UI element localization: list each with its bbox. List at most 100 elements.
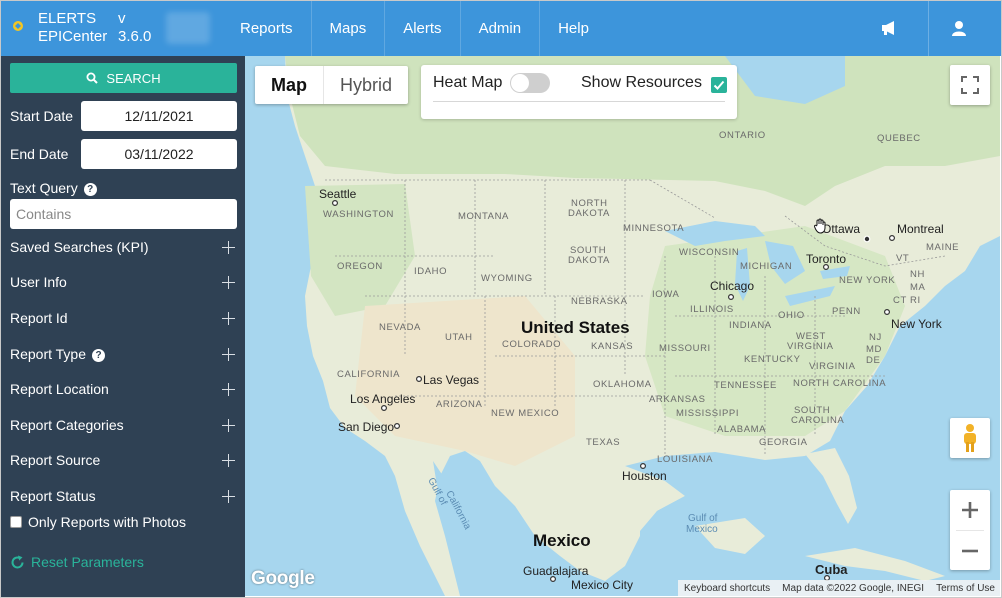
nav-alerts[interactable]: Alerts (385, 0, 461, 56)
plus-icon (222, 453, 235, 467)
end-date-label: End Date (10, 146, 69, 162)
section-saved-searches[interactable]: Saved Searches (KPI) (10, 235, 235, 259)
zoom-in-button[interactable] (950, 490, 990, 530)
section-label: Report Location (10, 381, 109, 397)
section-report-type[interactable]: Report Type? (10, 342, 235, 366)
app-version: v 3.6.0 (118, 10, 151, 46)
section-label: Report Type (10, 346, 87, 362)
check-icon (713, 80, 725, 90)
top-divider (928, 0, 929, 56)
start-date-input[interactable]: 12/11/2021 (81, 101, 237, 131)
help-icon[interactable]: ? (83, 183, 97, 196)
street-view-pegman[interactable] (950, 418, 990, 458)
city-dot (728, 294, 735, 301)
city-dot (883, 309, 890, 316)
country-label-us: United States (521, 318, 630, 337)
country-label-cuba: Cuba (815, 562, 848, 577)
top-bar: ELERTS EPICenter v 3.6.0 Reports Maps Al… (0, 0, 1002, 56)
map-type-hybrid-button[interactable]: Hybrid (324, 66, 408, 104)
megaphone-icon[interactable] (878, 17, 900, 39)
redacted-account-name (166, 12, 210, 44)
fullscreen-icon (961, 76, 979, 94)
reset-parameters-link[interactable]: Reset Parameters (10, 554, 144, 570)
zoom-out-button[interactable] (950, 531, 990, 570)
reset-label: Reset Parameters (31, 554, 144, 570)
app-title-line2: EPICenter (38, 28, 108, 45)
terms-link[interactable]: Terms of Use (936, 583, 995, 594)
section-report-location[interactable]: Report Location (10, 377, 235, 401)
city-dot (640, 463, 647, 470)
hand-cursor-icon (814, 218, 826, 234)
search-sidebar: SEARCH Start Date 12/11/2021 End Date 03… (0, 56, 245, 598)
version-line1: v (118, 10, 126, 27)
nav-admin[interactable]: Admin (461, 0, 541, 56)
city-dot (331, 200, 338, 207)
only-photos-checkbox[interactable] (10, 516, 22, 528)
refresh-icon (11, 555, 24, 568)
section-report-id[interactable]: Report Id (10, 306, 235, 330)
map-data-text: Map data ©2022 Google, INEGI (782, 582, 925, 594)
section-report-categories[interactable]: Report Categories (10, 413, 235, 437)
search-button-label: SEARCH (106, 70, 161, 86)
end-date-input[interactable]: 03/11/2022 (81, 139, 237, 169)
section-label: Report Id (10, 310, 68, 326)
map-type-map-button[interactable]: Map (255, 66, 324, 104)
show-resources-checkbox[interactable] (711, 77, 727, 93)
section-label: Saved Searches (KPI) (10, 239, 149, 255)
plus-icon (222, 489, 235, 503)
start-date-label: Start Date (10, 108, 74, 124)
section-label: Report Source (10, 452, 101, 468)
city-dot (416, 376, 423, 383)
keyboard-shortcuts-link[interactable]: Keyboard shortcuts (684, 583, 770, 594)
text-query-label-row: Text Query? (10, 180, 97, 196)
only-photos-label: Only Reports with Photos (28, 514, 186, 530)
layer-options-panel: Heat Map Show Resources (421, 65, 737, 119)
app-title: ELERTS EPICenter (38, 10, 107, 46)
country-label-mexico: Mexico (533, 531, 591, 550)
nav-maps[interactable]: Maps (312, 0, 386, 56)
pegman-icon (964, 424, 976, 452)
show-resources-label: Show Resources (581, 74, 702, 91)
zoom-control (950, 490, 990, 570)
search-button[interactable]: SEARCH (10, 63, 237, 93)
plus-icon (962, 502, 978, 518)
fullscreen-button[interactable] (950, 65, 990, 105)
heat-map-label: Heat Map (433, 74, 503, 91)
section-report-status[interactable]: Report Status (10, 484, 235, 508)
city-dot (888, 235, 895, 242)
nav-help[interactable]: Help (540, 0, 607, 56)
city-dot (550, 575, 557, 582)
section-label: Report Status (10, 488, 96, 504)
google-logo: Google (251, 568, 315, 589)
main-nav: Reports Maps Alerts Admin Help (222, 0, 607, 56)
heat-map-toggle[interactable] (510, 73, 550, 93)
panel-divider (433, 101, 725, 102)
map-attribution: Keyboard shortcuts Map data ©2022 Google… (678, 580, 1000, 596)
help-icon[interactable]: ? (92, 349, 106, 362)
city-dot (863, 235, 871, 243)
plus-icon (222, 311, 235, 325)
map-canvas[interactable]: ONTARIO QUEBEC WASHINGTON MONTANA NORTH … (245, 56, 1000, 596)
nav-reports[interactable]: Reports (222, 0, 312, 56)
text-query-input[interactable]: Contains (10, 199, 237, 229)
app-title-line1: ELERTS (38, 10, 97, 27)
city-dot (822, 264, 829, 271)
section-label: Report Categories (10, 417, 124, 433)
version-line2: 3.6.0 (118, 28, 152, 45)
only-photos-row[interactable]: Only Reports with Photos (10, 514, 186, 530)
minus-icon (962, 549, 978, 552)
city-dot (394, 423, 401, 430)
city-dot (381, 405, 388, 412)
user-icon[interactable] (948, 17, 970, 39)
logo-icon (13, 21, 23, 31)
text-query-label: Text Query (10, 180, 78, 196)
plus-icon (222, 240, 235, 254)
map-type-control: Map Hybrid (255, 66, 409, 104)
plus-icon (222, 382, 235, 396)
section-user-info[interactable]: User Info (10, 270, 235, 294)
section-report-source[interactable]: Report Source (10, 448, 235, 472)
plus-icon (222, 418, 235, 432)
search-icon (86, 72, 99, 84)
plus-icon (222, 275, 235, 289)
section-label: User Info (10, 274, 67, 290)
